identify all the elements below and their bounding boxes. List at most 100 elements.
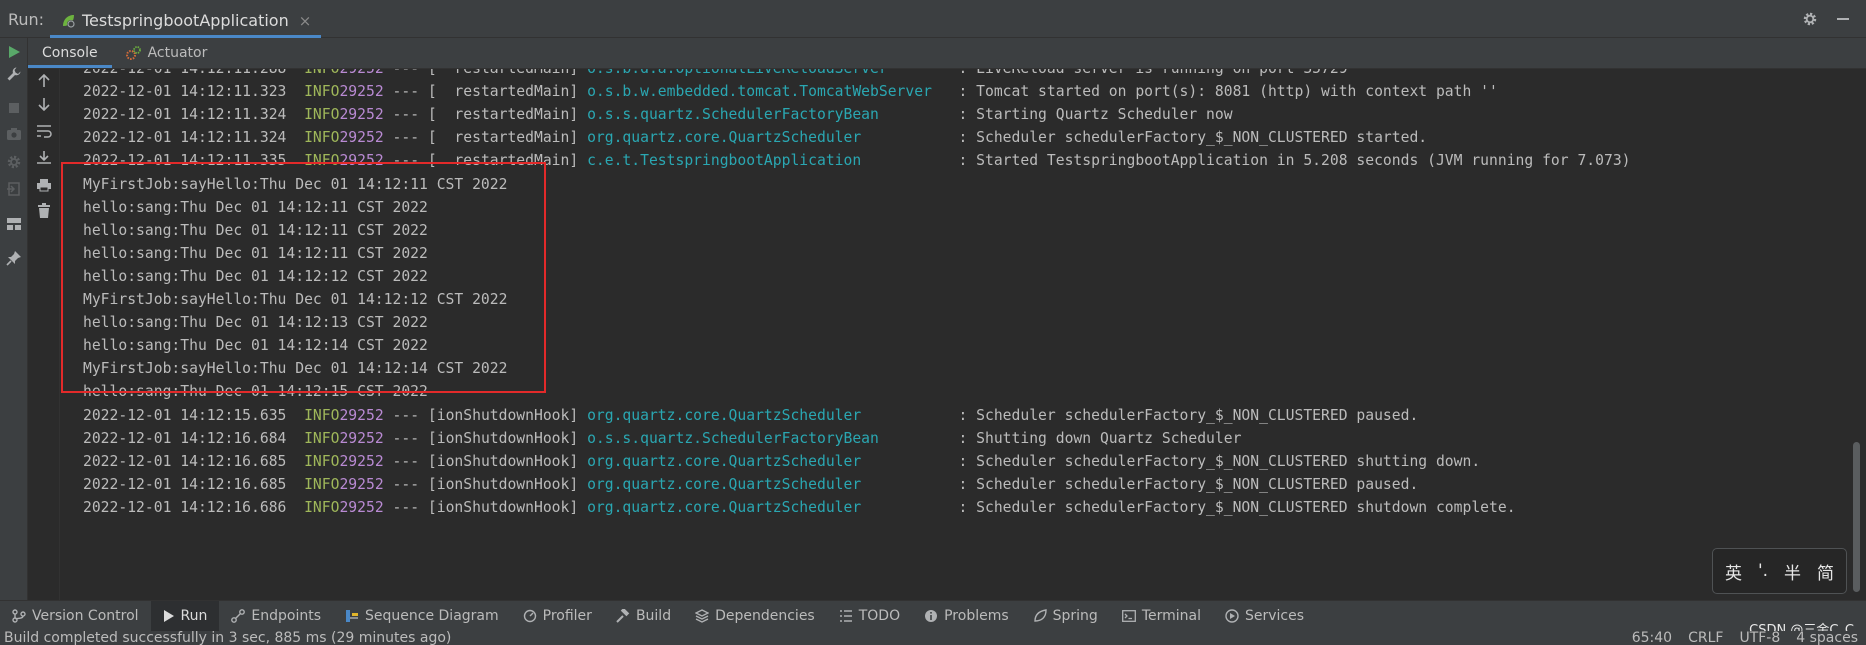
log-message: : Tomcat started on port(s): 8081 (http)… <box>940 83 1498 101</box>
tool-terminal[interactable]: Terminal <box>1110 601 1213 631</box>
log-message: : Scheduler schedulerFactory_$_NON_CLUST… <box>940 452 1481 470</box>
play-icon <box>163 610 174 622</box>
log-logger: org.quartz.core.QuartzScheduler <box>587 475 941 493</box>
gear-icon[interactable] <box>1802 11 1818 27</box>
layout-icon[interactable] <box>6 216 22 232</box>
status-encoding[interactable]: UTF-8 <box>1739 631 1780 645</box>
wrench-icon[interactable] <box>6 66 22 82</box>
actuator-icon <box>125 46 141 60</box>
tool-build[interactable]: Build <box>604 601 683 631</box>
tool-spring[interactable]: Spring <box>1021 601 1110 631</box>
scroll-to-end-icon[interactable] <box>35 148 53 166</box>
log-line: 2022-12-01 14:12:11.324 INFO29252 --- [ … <box>83 103 1233 126</box>
pin-icon[interactable] <box>6 250 22 266</box>
run-config-tab[interactable]: TestspringbootApplication × <box>50 3 322 38</box>
highlight-box <box>61 162 546 393</box>
vertical-scrollbar[interactable] <box>1853 442 1860 592</box>
run-config-tab-title: TestspringbootApplication <box>82 11 289 30</box>
log-timestamp: 2022-12-01 14:12:16.685 <box>83 452 305 470</box>
console-tabs: Console Actuator <box>28 38 1866 69</box>
tool-run[interactable]: Run <box>150 601 220 631</box>
close-icon[interactable]: × <box>299 12 312 30</box>
log-level: INFO <box>304 69 339 77</box>
log-pid: 29252 <box>339 498 384 516</box>
log-pid: 29252 <box>339 83 384 101</box>
tab-actuator[interactable]: Actuator <box>112 38 222 68</box>
log-level: INFO <box>304 498 340 516</box>
log-message: : Starting Quartz Scheduler now <box>940 106 1233 124</box>
run-toolwindow-header: Run: TestspringbootApplication × <box>0 0 1866 38</box>
ime-script: 简 <box>1817 563 1835 584</box>
services-icon <box>1225 609 1239 623</box>
log-thread: --- [ restartedMain] <box>383 129 588 147</box>
exit-icon[interactable] <box>6 181 22 197</box>
log-timestamp: 2022-12-01 14:12:16.684 <box>83 429 305 447</box>
tool-dependencies[interactable]: Dependencies <box>683 601 827 631</box>
terminal-icon <box>1121 610 1136 622</box>
status-line-ending[interactable]: CRLF <box>1688 631 1723 645</box>
tool-version-control[interactable]: Version Control <box>0 601 151 631</box>
status-caret-position[interactable]: 65:40 <box>1632 631 1672 645</box>
log-logger: c.e.t.TestspringbootApplication <box>587 152 941 170</box>
log-logger: o.s.s.quartz.SchedulerFactoryBean <box>587 429 941 447</box>
stop-icon[interactable] <box>6 100 22 116</box>
arrow-down-icon[interactable] <box>35 95 53 113</box>
tab-console-label: Console <box>42 45 98 61</box>
log-timestamp: 2022-12-01 14:12:11.288 <box>83 69 304 77</box>
status-bar: Build completed successfully in 3 sec, 8… <box>0 631 1866 645</box>
status-indent[interactable]: 4 spaces <box>1796 631 1858 645</box>
log-level: INFO <box>304 429 340 447</box>
tool-spring-label: Spring <box>1052 608 1098 624</box>
camera-icon[interactable] <box>6 126 22 142</box>
list-icon <box>839 610 852 622</box>
log-logger: o.s.b.d.a.OptionalLiveReloadServer <box>587 69 941 77</box>
log-line: 2022-12-01 14:12:11.288 INFO29252 --- [ … <box>83 69 1348 80</box>
log-pid: 29252 <box>339 106 384 124</box>
log-timestamp: 2022-12-01 14:12:11.323 <box>83 83 305 101</box>
ime-punctuation: '. <box>1757 561 1769 581</box>
log-level: INFO <box>304 452 340 470</box>
tool-services[interactable]: Services <box>1213 601 1316 631</box>
log-message: : LiveReload server is running on port 3… <box>941 69 1347 77</box>
log-line: 2022-12-01 14:12:16.686 INFO29252 --- [i… <box>83 496 1516 519</box>
ime-status-indicator[interactable]: 英 '. 半 简 <box>1712 548 1847 594</box>
log-thread: --- [ionShutdownHook] <box>383 498 588 516</box>
arrow-up-icon[interactable] <box>35 72 53 90</box>
log-line: 2022-12-01 14:12:16.685 INFO29252 --- [i… <box>83 450 1480 473</box>
rerun-icon[interactable] <box>6 44 22 60</box>
log-logger: org.quartz.core.QuartzScheduler <box>587 452 941 470</box>
log-level: INFO <box>304 475 340 493</box>
soft-wrap-icon[interactable] <box>35 122 53 140</box>
log-pid: 29252 <box>339 429 384 447</box>
tool-profiler[interactable]: Profiler <box>511 601 604 631</box>
minus-icon[interactable] <box>1836 12 1850 26</box>
tool-todo[interactable]: TODO <box>827 601 912 631</box>
trash-icon[interactable] <box>35 202 53 220</box>
tool-endpoints[interactable]: Endpoints <box>219 601 333 631</box>
tab-console[interactable]: Console <box>28 38 112 68</box>
console-toolbar <box>28 69 60 600</box>
tab-actuator-label: Actuator <box>147 45 208 61</box>
log-message: : Shutting down Quartz Scheduler <box>940 429 1242 447</box>
log-thread: --- [ionShutdownHook] <box>383 452 588 470</box>
tool-problems[interactable]: Problems <box>912 601 1021 631</box>
log-timestamp: 2022-12-01 14:12:16.686 <box>83 498 305 516</box>
log-line: 2022-12-01 14:12:11.324 INFO29252 --- [ … <box>83 126 1427 149</box>
tool-sequence-diagram-label: Sequence Diagram <box>365 608 499 624</box>
log-logger: o.s.b.w.embedded.tomcat.TomcatWebServer <box>587 83 941 101</box>
log-level: INFO <box>304 129 340 147</box>
gear-small-icon[interactable] <box>6 154 22 170</box>
status-message[interactable]: Build completed successfully in 3 sec, 8… <box>4 631 451 645</box>
hammer-icon <box>616 609 630 623</box>
print-icon[interactable] <box>35 176 53 194</box>
tool-sequence-diagram[interactable]: Sequence Diagram <box>333 601 511 631</box>
log-pid: 29252 <box>339 475 384 493</box>
ime-language: 英 <box>1724 563 1742 584</box>
log-line: 2022-12-01 14:12:11.323 INFO29252 --- [ … <box>83 80 1498 103</box>
console-output[interactable]: 2022-12-01 14:12:11.288 INFO29252 --- [ … <box>60 69 1866 600</box>
log-timestamp: 2022-12-01 14:12:11.324 <box>83 106 305 124</box>
log-level: INFO <box>304 83 340 101</box>
info-icon <box>925 610 938 622</box>
ime-width: 半 <box>1784 563 1802 584</box>
tool-services-label: Services <box>1245 608 1305 624</box>
